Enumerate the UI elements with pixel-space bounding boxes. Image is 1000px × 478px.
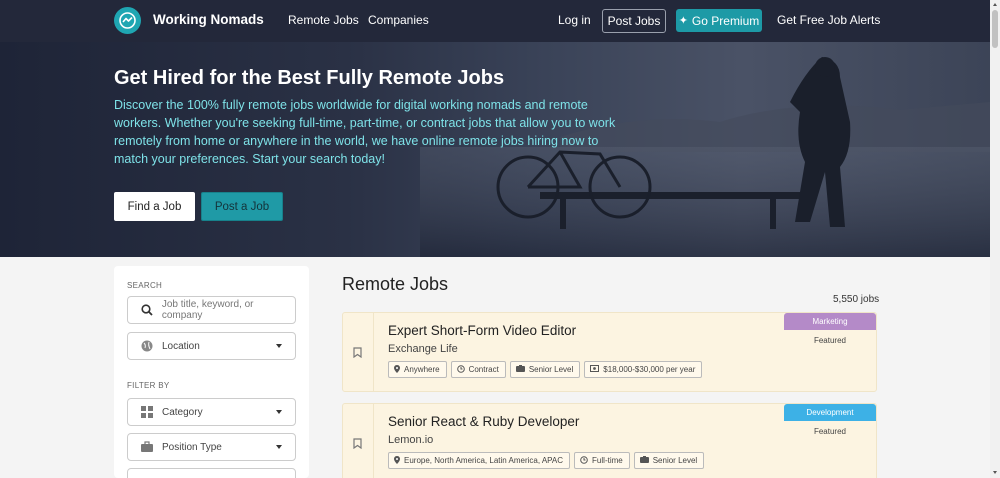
clock-icon [456,364,465,375]
bookmark-icon[interactable] [353,345,362,363]
chevron-down-icon [276,344,282,348]
hero-title: Get Hired for the Best Fully Remote Jobs [114,67,505,89]
top-nav: Working Nomads Remote Jobs Companies Log… [0,0,990,42]
location-label: Location [162,340,200,352]
find-job-button[interactable]: Find a Job [114,192,195,221]
job-title[interactable]: Senior React & Ruby Developer [388,414,579,429]
location-icon [394,455,400,466]
job-tag: $18,000-$30,000 per year [584,361,703,378]
location-icon [394,364,400,375]
featured-label: Featured [813,336,846,345]
position-type-label: Position Type [162,441,222,453]
category-label: Category [162,406,203,418]
card-divider [373,313,374,391]
bookmark-icon[interactable] [353,436,362,454]
position-type-select[interactable]: Position Type [127,433,296,461]
grid-icon [140,406,154,418]
job-tag-label: Contract [468,365,499,374]
go-premium-button[interactable]: ✦ Go Premium [676,9,762,32]
job-tag-label: Full-time [592,456,623,465]
job-alerts-link[interactable]: Get Free Job Alerts [777,13,880,27]
job-title[interactable]: Expert Short-Form Video Editor [388,323,576,338]
location-select[interactable]: Location [127,332,296,360]
hero-description: Discover the 100% fully remote jobs worl… [114,98,616,166]
post-jobs-button[interactable]: Post Jobs [602,9,666,33]
post-jobs-label: Post Jobs [607,14,661,28]
job-tag: Europe, North America, Latin America, AP… [388,452,571,469]
page-title: Remote Jobs [342,274,449,294]
job-tag: Senior Level [509,361,581,378]
level-icon [639,456,649,465]
job-tag: Senior Level [633,452,705,469]
money-icon [590,365,600,374]
featured-label: Featured [813,427,846,436]
globe-icon [140,340,154,352]
logo-icon[interactable] [114,7,141,34]
search-section-label: SEARCH [127,281,163,290]
jobs-count: 5,550 jobs [833,294,880,305]
search-icon [140,304,154,316]
chevron-down-icon [276,410,282,414]
job-card[interactable]: Expert Short-Form Video Editor Exchange … [342,312,877,392]
job-tag-label: Europe, North America, Latin America, AP… [404,456,564,465]
nav-remote-jobs[interactable]: Remote Jobs [288,13,359,27]
job-tag: Full-time [574,452,630,469]
category-badge[interactable]: Development [784,404,876,421]
job-tags: Anywhere Contract Senior Level $18,000-$… [388,361,703,378]
brand-name[interactable]: Working Nomads [153,12,264,27]
job-tag: Contract [450,361,506,378]
filter-sidebar: SEARCH Job title, keyword, or company Lo… [114,266,309,478]
page-scrollbar[interactable] [990,0,1000,478]
find-job-label: Find a Job [127,200,182,213]
job-company[interactable]: Exchange Life [388,343,458,355]
login-link[interactable]: Log in [558,13,591,27]
job-card[interactable]: Senior React & Ruby Developer Lemon.io E… [342,403,877,478]
filter-section-label: FILTER BY [127,381,170,390]
job-tags: Europe, North America, Latin America, AP… [388,452,705,469]
hero-banner: Get Hired for the Best Fully Remote Jobs… [0,42,990,257]
briefcase-icon [140,441,154,453]
job-tag-label: $18,000-$30,000 per year [603,365,696,374]
job-company[interactable]: Lemon.io [388,434,433,446]
job-tag-label: Senior Level [652,456,698,465]
clock-icon [580,455,588,466]
category-badge[interactable]: Marketing [784,313,876,330]
additional-filter-select[interactable] [127,468,296,478]
search-input[interactable]: Job title, keyword, or company [127,296,296,324]
scrollbar-thumb[interactable] [992,10,998,48]
search-placeholder: Job title, keyword, or company [161,299,254,321]
job-tag-label: Senior Level [528,365,574,374]
nav-companies[interactable]: Companies [368,13,429,27]
post-job-label: Post a Job [214,200,270,213]
scroll-down-arrow-icon[interactable] [993,471,997,474]
post-job-button[interactable]: Post a Job [201,192,283,221]
job-tag: Anywhere [388,361,447,378]
scroll-up-arrow-icon[interactable] [993,3,997,6]
level-icon [515,365,525,374]
go-premium-label: Go Premium [691,13,760,28]
card-divider [373,404,374,478]
category-select[interactable]: Category [127,398,296,426]
job-tag-label: Anywhere [404,365,440,374]
sparkle-icon: ✦ [678,15,688,27]
chevron-down-icon [276,445,282,449]
